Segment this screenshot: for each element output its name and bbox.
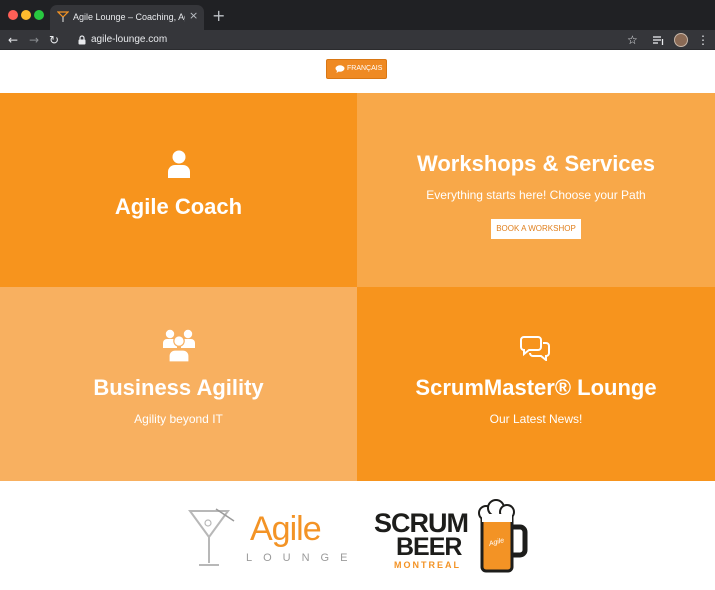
lock-icon[interactable] <box>76 34 88 46</box>
close-tab-icon[interactable]: × <box>189 9 198 23</box>
martini-glass-icon <box>188 508 235 566</box>
scrum-beer-line3: MONTREAL <box>394 560 461 570</box>
chat-bubbles-icon <box>520 336 550 361</box>
new-tab-button[interactable]: + <box>212 7 225 25</box>
scrum-beer-logo[interactable]: SCRUM BEER MONTREAL Agile <box>372 499 528 575</box>
tile-scrummaster-lounge[interactable]: ScrumMaster® Lounge Our Latest News! <box>357 287 715 481</box>
agile-lounge-logo[interactable]: Agile LOUNGE <box>188 507 353 571</box>
bookmark-star-icon[interactable]: ☆ <box>627 32 638 48</box>
tile-workshops[interactable]: Workshops & Services Everything starts h… <box>357 93 715 287</box>
agile-lounge-logo-word: Agile <box>250 510 322 548</box>
language-button-label: FRANÇAIS <box>347 65 383 72</box>
reload-icon[interactable]: ↻ <box>49 32 59 48</box>
browser-title-bar: Agile Lounge – Coaching, Agile × + <box>0 0 715 30</box>
browser-tab[interactable]: Agile Lounge – Coaching, Agile × <box>50 5 204 30</box>
tab-title: Agile Lounge – Coaching, Agile <box>73 12 185 22</box>
beer-mug-icon: Agile <box>478 499 528 573</box>
profile-avatar[interactable] <box>674 33 688 47</box>
tile-subtitle-business-agility: Agility beyond IT <box>134 412 223 426</box>
user-icon <box>167 150 190 178</box>
tile-agile-coach[interactable]: Agile Coach <box>0 93 357 287</box>
tile-title-scrummaster-lounge: ScrumMaster® Lounge <box>415 375 657 400</box>
group-icon <box>162 329 195 362</box>
web-page: FRANÇAIS Agile Coach Workshops & Service… <box>0 51 715 590</box>
partner-logos: Agile LOUNGE SCRUM BEER MONTREAL Agile <box>0 481 715 590</box>
speech-bubble-icon <box>335 65 345 73</box>
tile-subtitle-scrummaster-lounge: Our Latest News! <box>489 412 583 426</box>
reading-list-icon[interactable] <box>652 34 664 46</box>
scrum-beer-line2: BEER <box>396 533 462 561</box>
forward-arrow-icon[interactable]: → <box>29 32 39 48</box>
close-window-button[interactable] <box>8 10 18 20</box>
tile-title-workshops: Workshops & Services <box>416 151 656 176</box>
tile-business-agility[interactable]: Business Agility Agility beyond IT <box>0 287 357 481</box>
maximize-window-button[interactable] <box>34 10 44 20</box>
browser-toolbar: ← → ↻ agile-lounge.com ☆ ⋮ <box>0 30 715 50</box>
agile-lounge-logo-sub: LOUNGE <box>246 552 359 564</box>
martini-favicon-icon <box>57 11 69 22</box>
tile-title-business-agility: Business Agility <box>93 375 264 400</box>
browser-menu-icon[interactable]: ⋮ <box>697 32 709 48</box>
tile-subtitle-workshops: Everything starts here! Choose your Path <box>426 188 646 202</box>
book-workshop-button[interactable]: BOOK A WORKSHOP <box>491 219 581 239</box>
minimize-window-button[interactable] <box>21 10 31 20</box>
address-bar[interactable]: agile-lounge.com <box>91 33 167 47</box>
language-button[interactable]: FRANÇAIS <box>326 59 387 79</box>
back-arrow-icon[interactable]: ← <box>8 32 18 48</box>
tile-title-agile-coach: Agile Coach <box>114 194 243 219</box>
